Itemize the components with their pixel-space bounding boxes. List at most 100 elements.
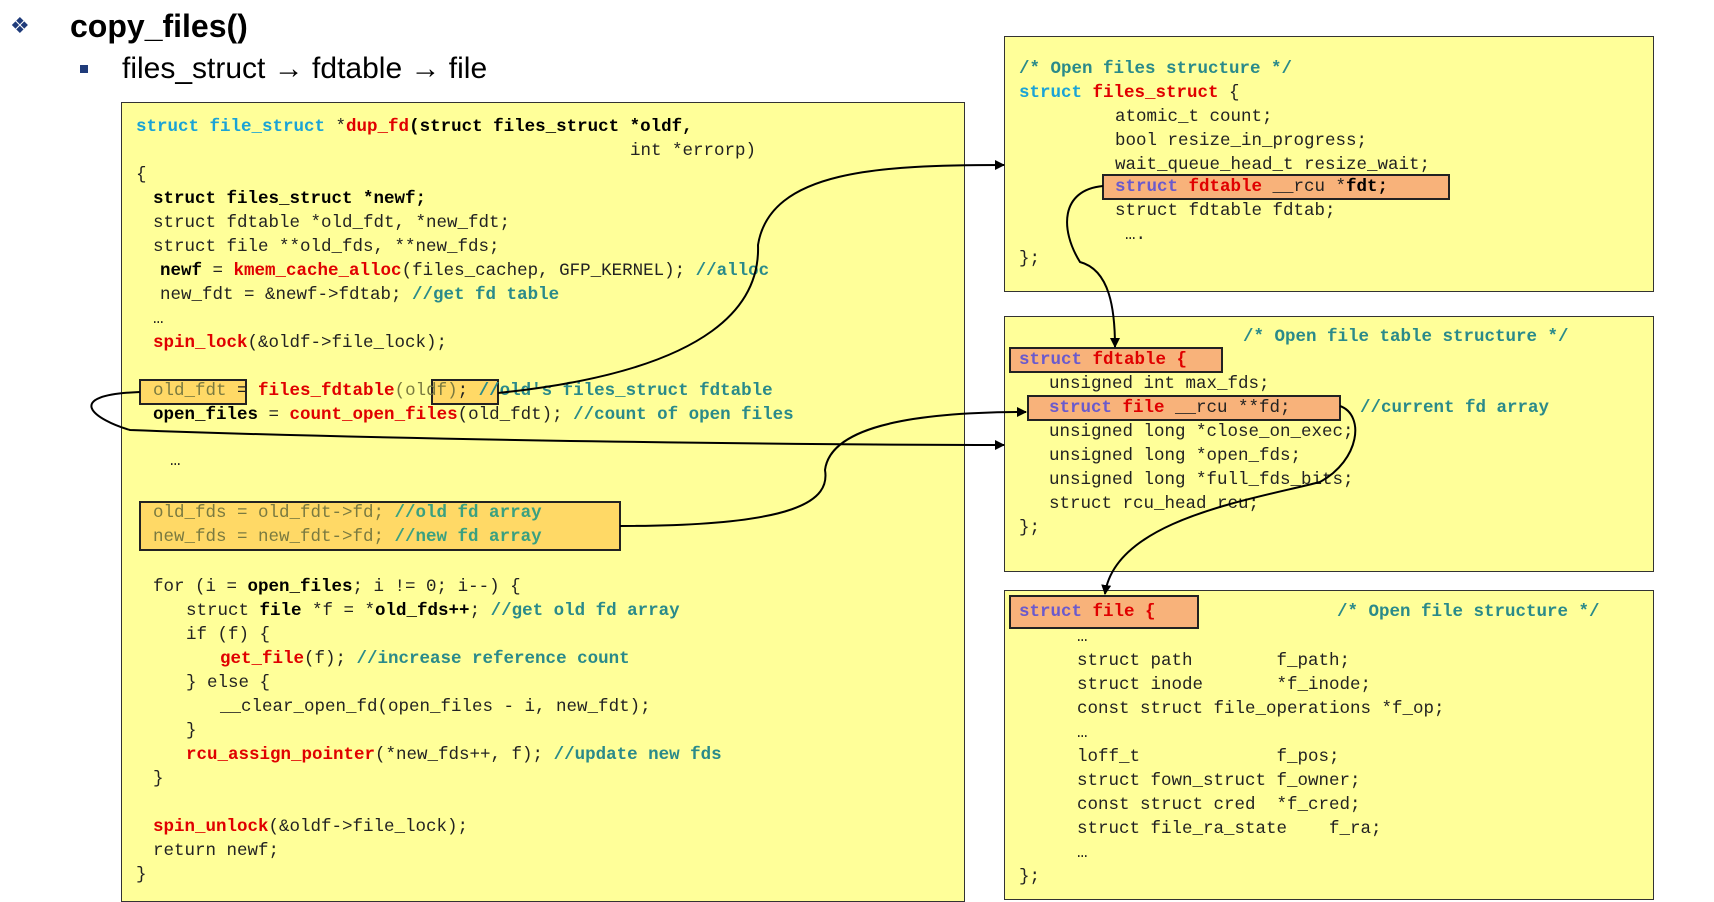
code-line-4: struct files_struct *newf; [153, 189, 427, 209]
files-struct-line-7: …. [1125, 225, 1147, 245]
files-struct-line-2: atomic_t count; [1115, 107, 1273, 127]
code-token: * [325, 117, 347, 137]
file-struct-line-10: struct file_ra_state f_ra; [1077, 819, 1382, 839]
code-line-23: rcu_assign_pointer(*new_fds++, f); //upd… [186, 743, 722, 767]
files-struct-line-4: wait_queue_head_t resize_wait; [1115, 155, 1431, 175]
code-line-25: spin_unlock(&oldf->file_lock); [153, 815, 468, 839]
code-line-5: struct fdtable *old_fdt, *new_fdt; [153, 213, 511, 233]
files-struct-line-5: struct fdtable __rcu *fdt; [1115, 175, 1388, 199]
code-token: __rcu * [1262, 177, 1347, 197]
code-token: { [1134, 602, 1156, 622]
dup-fd-code-box: struct file_struct *dup_fd(struct files_… [121, 102, 965, 902]
code-line-22: } [186, 721, 197, 741]
code-token: { [1218, 83, 1240, 103]
files-struct-comment: /* Open files structure */ [1019, 59, 1293, 79]
fdtable-line-4: unsigned long *close_on_exec; [1049, 422, 1354, 442]
code-token: struct [1049, 398, 1123, 418]
fdtable-fd-comment: //current fd array [1360, 398, 1550, 418]
code-token: file [1092, 602, 1135, 622]
file-struct-line-2: … [1077, 627, 1088, 647]
file-struct-line-4: struct inode *f_inode; [1077, 675, 1372, 695]
fdtable-line-8: }; [1019, 518, 1041, 538]
fdtable-line-5: unsigned long *open_fds; [1049, 446, 1302, 466]
fdtable-line-6: unsigned long *full_fds_bits; [1049, 470, 1354, 490]
code-token: get_file [220, 649, 305, 669]
code-token: file [1122, 398, 1165, 418]
code-token: kmem_cache_alloc [233, 261, 402, 281]
code-line-9: … [153, 309, 164, 329]
code-line-16: for (i = open_files; i != 0; i--) { [153, 575, 521, 599]
code-line-2: int *errorp) [630, 141, 757, 161]
code-line-1: struct file_struct *dup_fd(struct files_… [136, 115, 693, 139]
code-comment: //old's files_struct fdtable [478, 381, 773, 401]
code-token: files_fdtable [258, 381, 395, 401]
files-struct-line-3: bool resize_in_progress; [1115, 131, 1368, 151]
code-comment: //get old fd array [490, 601, 680, 621]
code-token: (*new_fds++, f); [375, 745, 554, 765]
code-line-7: newf = kmem_cache_alloc(files_cachep, GF… [160, 259, 769, 283]
code-comment: //alloc [695, 261, 770, 281]
code-line-24: } [153, 769, 164, 789]
code-token: (&oldf->file_lock); [268, 817, 469, 837]
code-token: files_struct [1092, 83, 1219, 103]
code-token: (old_fdt); [457, 405, 574, 425]
code-token: fdt; [1346, 177, 1389, 197]
code-comment: //get fd table [412, 285, 560, 305]
code-line-15: new_fds = new_fdt->fd; //new fd array [153, 525, 542, 549]
code-token: file [259, 601, 302, 621]
code-token: struct [1115, 177, 1189, 197]
code-token: new_fdt = &newf->fdtab; [160, 285, 413, 305]
code-token: newf [160, 261, 203, 281]
code-token: old_fds = old_fdt->fd; [153, 503, 395, 523]
fdtable-line-1: struct fdtable { [1019, 348, 1187, 372]
code-token: (f); [304, 649, 357, 669]
code-line-10: spin_lock(&oldf->file_lock); [153, 331, 447, 355]
files-struct-line-1: struct files_struct { [1019, 81, 1240, 105]
slide-title: copy_files() [70, 7, 248, 44]
code-token: (files_cachep, GFP_KERNEL); [401, 261, 696, 281]
code-line-26: return newf; [153, 841, 280, 861]
file-struct-line-7: loff_t f_pos; [1077, 747, 1340, 767]
code-token: fdtable [1092, 350, 1167, 370]
code-token: struct file_struct [136, 117, 326, 137]
code-token: count_open_files [289, 405, 458, 425]
code-token: new_fds = new_fdt->fd; [153, 527, 395, 547]
code-token: (oldf) [394, 381, 458, 401]
file-struct-line-5: const struct file_operations *f_op; [1077, 699, 1445, 719]
code-token: struct [1019, 83, 1093, 103]
code-token: struct [1019, 350, 1093, 370]
square-bullet-icon [80, 65, 88, 73]
diamond-bullet-icon: ❖ [10, 13, 30, 38]
code-line-20: } else { [186, 673, 271, 693]
subtitle-row: files_struct → fdtable → file [80, 52, 487, 86]
file-struct-box: struct file { /* Open file structure */ … [1004, 590, 1654, 900]
code-line-14: old_fds = old_fdt->fd; //old fd array [153, 501, 542, 525]
code-line-13: … [170, 451, 181, 471]
code-token: spin_lock [153, 333, 248, 353]
code-token: open_files [153, 405, 259, 425]
title-row: ❖ copy_files() [10, 6, 248, 46]
code-comment: //new fd array [394, 527, 542, 547]
code-line-19: get_file(f); //increase reference count [220, 647, 630, 671]
file-struct-line-12: }; [1019, 867, 1041, 887]
fdtable-line-3: struct file __rcu **fd; [1049, 396, 1291, 420]
code-token: = [258, 405, 290, 425]
code-line-18: if (f) { [186, 625, 271, 645]
code-token: rcu_assign_pointer [186, 745, 376, 765]
code-line-11: old_fdt = files_fdtable(oldf); //old's f… [153, 379, 773, 403]
code-token: = [202, 261, 234, 281]
file-struct-line-1: struct file { [1019, 600, 1156, 624]
file-struct-line-8: struct fown_struct f_owner; [1077, 771, 1361, 791]
fdtable-line-2: unsigned int max_fds; [1049, 374, 1270, 394]
file-struct-line-11: … [1077, 843, 1088, 863]
code-token: *f = * [301, 601, 376, 621]
code-token: old_fds++ [375, 601, 470, 621]
code-line-6: struct file **old_fds, **new_fds; [153, 237, 500, 257]
code-line-12: open_files = count_open_files(old_fdt); … [153, 403, 794, 427]
code-line-8: new_fdt = &newf->fdtab; //get fd table [160, 283, 559, 307]
code-token: __rcu **fd; [1164, 398, 1291, 418]
code-line-17: struct file *f = *old_fds++; //get old f… [186, 599, 680, 623]
code-token: ; i != 0; i--) { [352, 577, 521, 597]
file-struct-comment: /* Open file structure */ [1337, 602, 1600, 622]
file-struct-line-6: … [1077, 723, 1088, 743]
